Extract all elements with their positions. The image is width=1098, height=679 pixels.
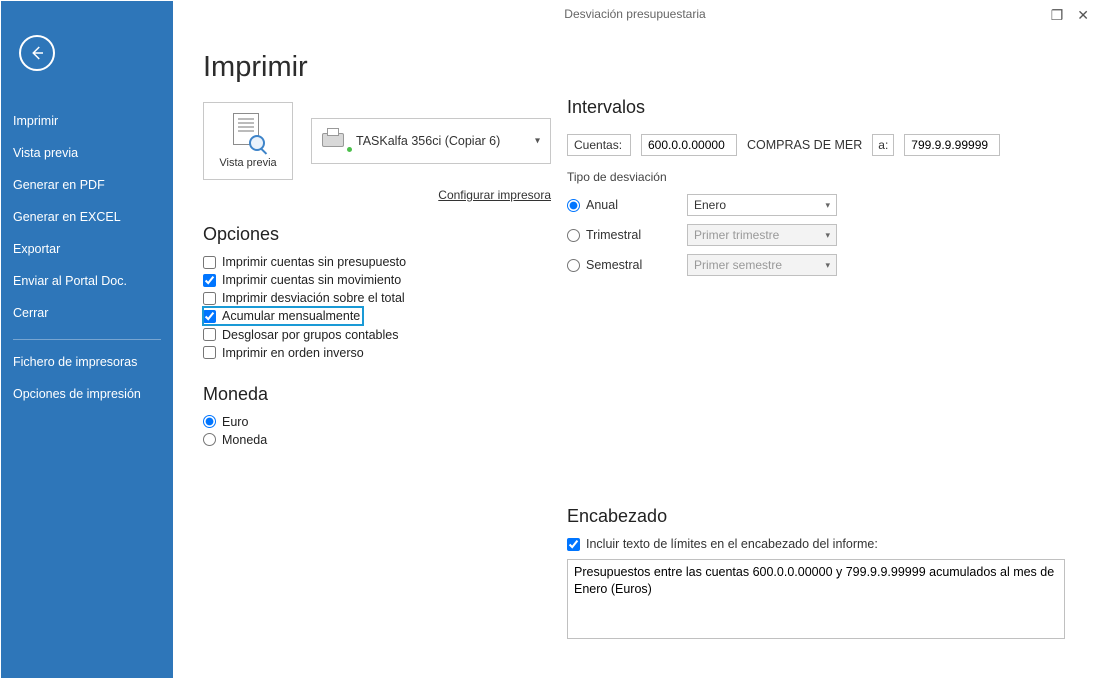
- moneda-label-0: Euro: [222, 415, 248, 429]
- tipo-select-value-1: Primer trimestre: [694, 228, 779, 242]
- tipo-label-1: Trimestral: [586, 228, 641, 242]
- preview-label: Vista previa: [219, 157, 276, 169]
- page-title: Imprimir: [203, 51, 1067, 84]
- chevron-down-icon: ▾: [825, 200, 830, 211]
- cuentas-to-input[interactable]: [904, 134, 1000, 156]
- opcion-checkbox-5[interactable]: [203, 346, 216, 359]
- tipo-radio-2[interactable]: [567, 259, 580, 272]
- tipo-select-2: Primer semestre ▾: [687, 254, 837, 276]
- opcion-label-3: Acumular mensualmente: [222, 309, 360, 323]
- tipo-radio-row-2[interactable]: Semestral: [567, 258, 687, 272]
- opcion-checkbox-1[interactable]: [203, 274, 216, 287]
- opcion-label-2: Imprimir desviación sobre el total: [222, 291, 405, 305]
- encabezado-include-label: Incluir texto de límites en el encabezad…: [586, 537, 878, 551]
- a-label-button[interactable]: a:: [872, 134, 894, 156]
- tipo-label-0: Anual: [586, 198, 618, 212]
- tipo-select-0[interactable]: Enero ▾: [687, 194, 837, 216]
- printer-select[interactable]: TASKalfa 356ci (Copiar 6) ▾: [311, 118, 551, 164]
- moneda-label-1: Moneda: [222, 433, 267, 447]
- opcion-label-5: Imprimir en orden inverso: [222, 346, 364, 360]
- encabezado-title: Encabezado: [567, 506, 1067, 527]
- sidebar-item-generar-excel[interactable]: Generar en EXCEL: [1, 201, 173, 233]
- opcion-checkbox-2[interactable]: [203, 292, 216, 305]
- sidebar-item-cerrar[interactable]: Cerrar: [1, 297, 173, 329]
- cuentas-desc: COMPRAS DE MER: [747, 138, 862, 152]
- opcion-checkbox-0[interactable]: [203, 256, 216, 269]
- tipo-desviacion-group: Anual Enero ▾ Trimestral Primer trimestre ▾ Se…: [567, 194, 1067, 276]
- sidebar-item-enviar-portal[interactable]: Enviar al Portal Doc.: [1, 265, 173, 297]
- encabezado-include-row[interactable]: Incluir texto de límites en el encabezad…: [567, 537, 1067, 551]
- preview-button[interactable]: Vista previa: [203, 102, 293, 180]
- sidebar-item-opciones-impresion[interactable]: Opciones de impresión: [1, 378, 173, 410]
- configure-printer-link[interactable]: Configurar impresora: [203, 188, 551, 202]
- tipo-label-2: Semestral: [586, 258, 642, 272]
- opcion-3[interactable]: Acumular mensualmente: [203, 307, 363, 325]
- opcion-label-1: Imprimir cuentas sin movimiento: [222, 273, 401, 287]
- moneda-radio-1[interactable]: [203, 433, 216, 446]
- cuentas-label-button[interactable]: Cuentas:: [567, 134, 631, 156]
- tipo-radio-row-1[interactable]: Trimestral: [567, 228, 687, 242]
- sidebar-separator: [13, 339, 161, 340]
- tipo-radio-row-0[interactable]: Anual: [567, 198, 687, 212]
- chevron-down-icon: ▾: [535, 136, 540, 147]
- encabezado-include-checkbox[interactable]: [567, 538, 580, 551]
- chevron-down-icon: ▾: [825, 260, 830, 271]
- printer-name: TASKalfa 356ci (Copiar 6): [356, 134, 500, 148]
- opcion-label-0: Imprimir cuentas sin presupuesto: [222, 255, 406, 269]
- sidebar-item-imprimir[interactable]: Imprimir: [1, 105, 173, 137]
- cuentas-from-input[interactable]: [641, 134, 737, 156]
- opcion-checkbox-4[interactable]: [203, 328, 216, 341]
- back-button[interactable]: [19, 35, 55, 71]
- chevron-down-icon: ▾: [825, 230, 830, 241]
- page-preview-icon: [231, 113, 265, 153]
- encabezado-text[interactable]: [567, 559, 1065, 639]
- tipo-select-1: Primer trimestre ▾: [687, 224, 837, 246]
- opcion-checkbox-3[interactable]: [203, 310, 216, 323]
- sidebar-item-generar-pdf[interactable]: Generar en PDF: [1, 169, 173, 201]
- tipo-radio-1[interactable]: [567, 229, 580, 242]
- main-panel: Imprimir Vista previa TASKalfa 356ci (Co…: [173, 1, 1097, 678]
- sidebar-item-vista-previa[interactable]: Vista previa: [1, 137, 173, 169]
- moneda-radio-0[interactable]: [203, 415, 216, 428]
- tipo-radio-0[interactable]: [567, 199, 580, 212]
- sidebar-item-fichero-impresoras[interactable]: Fichero de impresoras: [1, 346, 173, 378]
- printer-icon: [320, 130, 346, 152]
- sidebar-item-exportar[interactable]: Exportar: [1, 233, 173, 265]
- sidebar: Imprimir Vista previa Generar en PDF Gen…: [1, 1, 173, 678]
- arrow-left-icon: [28, 44, 46, 62]
- opcion-label-4: Desglosar por grupos contables: [222, 328, 399, 342]
- tipo-select-value-2: Primer semestre: [694, 258, 782, 272]
- right-column: Intervalos Cuentas: COMPRAS DE MER a: Ti…: [567, 97, 1067, 642]
- tipo-select-value-0: Enero: [694, 198, 726, 212]
- tipo-desviacion-label: Tipo de desviación: [567, 170, 1067, 184]
- intervalos-title: Intervalos: [567, 97, 1067, 118]
